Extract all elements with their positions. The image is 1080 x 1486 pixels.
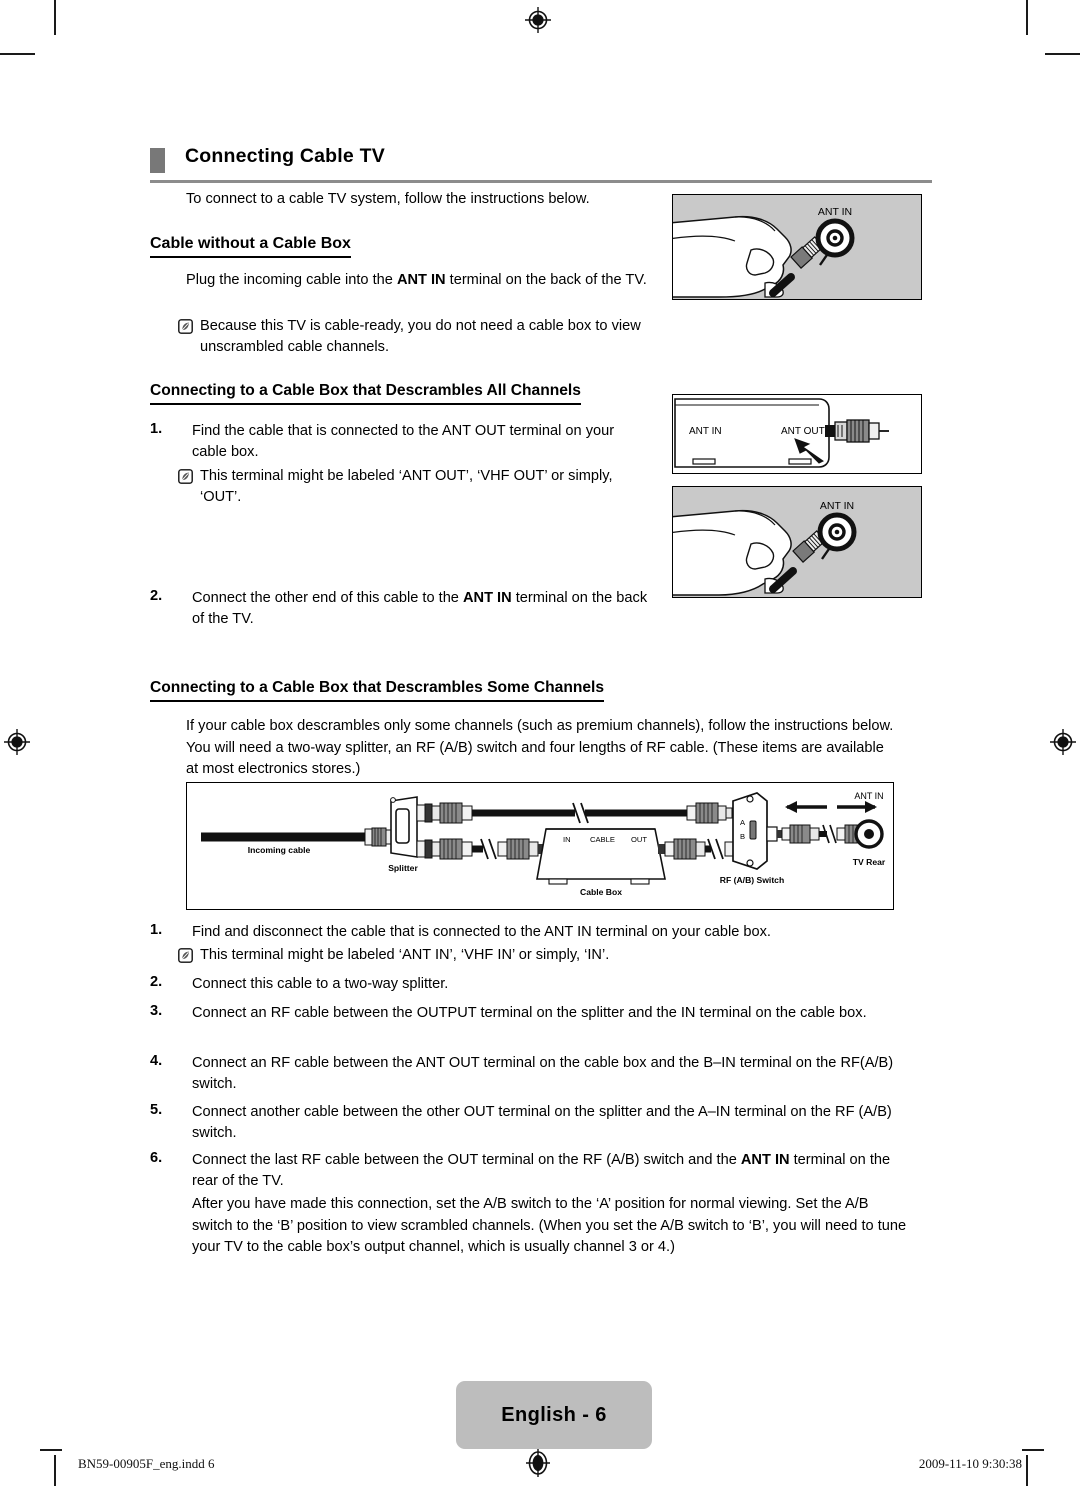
step-number: 4.: [150, 1053, 163, 1069]
some-channels-intro: If your cable box descrambles only some …: [186, 718, 894, 777]
note-text: This terminal might be labeled ‘ANT OUT’…: [200, 468, 613, 505]
print-file-slug: BN59-00905F_eng.indd 6: [78, 1456, 215, 1471]
step-text-pre: Connect the last RF cable between the OU…: [192, 1152, 741, 1168]
subheading-cable-without-box: Cable without a Cable Box: [150, 235, 351, 258]
illustration-hand-ant-in-bottom: ANT IN: [672, 486, 922, 598]
step-text-bold: ANT IN: [740, 1152, 790, 1168]
section-heading: Connecting Cable TV: [150, 145, 932, 183]
step-number: 3.: [150, 1003, 163, 1019]
print-timestamp: 2009-11-10 9:30:38: [918, 1456, 1022, 1471]
body-pre: Plug the incoming cable into the: [186, 272, 397, 288]
step-text: Find the cable that is connected to the …: [192, 423, 615, 460]
step-all-2: 2. Connect the other end of this cable t…: [150, 588, 650, 630]
illustration-label-ant-in: ANT IN: [820, 500, 854, 512]
diagram-label-splitter: Splitter: [388, 863, 418, 873]
body-bold-ant-in: ANT IN: [396, 272, 446, 288]
diagram-label-cable-box-out: OUT: [631, 835, 647, 844]
step-some-5: 5. Connect another cable between the oth…: [150, 1102, 902, 1144]
step-all-1: 1. Find the cable that is connected to t…: [150, 421, 650, 463]
step-text-bold: ANT IN: [462, 590, 512, 606]
step-text: Connect an RF cable between the OUTPUT t…: [192, 1005, 867, 1021]
step-text: Connect another cable between the other …: [192, 1104, 892, 1141]
page-number-label: English - 6: [501, 1403, 607, 1426]
page-number-badge: English - 6: [456, 1381, 652, 1449]
heading-rule: [150, 180, 932, 183]
step-text: Find and disconnect the cable that is co…: [192, 924, 771, 940]
wiring-diagram: Incoming cable Splitter IN CABLE OUT Cab…: [186, 782, 894, 910]
note-leaf-icon: [178, 469, 193, 484]
diagram-label-rf-switch: RF (A/B) Switch: [720, 875, 784, 885]
diagram-label-cable-box-cable: CABLE: [590, 835, 615, 844]
step-number: 1.: [150, 922, 163, 938]
step-text: Connect the last RF cable between the OU…: [192, 1150, 902, 1192]
illustration-hand-ant-in-top: ANT IN: [672, 194, 922, 300]
subheading-descrambles-all: Connecting to a Cable Box that Descrambl…: [150, 382, 581, 405]
note-text: Because this TV is cable-ready, you do n…: [200, 318, 641, 355]
illustration-label-ant-in: ANT IN: [818, 206, 852, 218]
step-number: 6.: [150, 1150, 163, 1166]
step-some-3: 3. Connect an RF cable between the OUTPU…: [150, 1003, 902, 1024]
diagram-label-switch-b: B: [740, 832, 745, 841]
closing-paragraph: After you have made this connection, set…: [192, 1196, 907, 1255]
step-number: 2.: [150, 588, 163, 604]
step-number: 1.: [150, 421, 163, 437]
step-text: Connect this cable to a two-way splitter…: [192, 976, 449, 992]
step-some-4: 4. Connect an RF cable between the ANT O…: [150, 1053, 902, 1095]
diagram-label-tv-rear: TV Rear: [853, 857, 886, 867]
illustration-cable-box-rear: ANT IN ANT OUT: [672, 394, 922, 474]
note-cable-ready: Because this TV is cable-ready, you do n…: [178, 316, 664, 358]
cable-without-box-body: Plug the incoming cable into the ANT IN …: [186, 270, 660, 291]
step-text: Connect an RF cable between the ANT OUT …: [192, 1055, 894, 1092]
step-text-pre: Connect the other end of this cable to t…: [192, 590, 463, 606]
note-text: This terminal might be labeled ‘ANT IN’,…: [200, 947, 610, 963]
note-leaf-icon: [178, 948, 193, 963]
note-ant-out-labels: This terminal might be labeled ‘ANT OUT’…: [178, 466, 648, 508]
diagram-label-incoming-cable: Incoming cable: [248, 845, 311, 855]
note-ant-in-labels: This terminal might be labeled ‘ANT IN’,…: [178, 945, 818, 966]
note-leaf-icon: [178, 319, 193, 334]
step-some-6: 6. Connect the last RF cable between the…: [150, 1150, 902, 1192]
illustration-label-ant-in: ANT IN: [689, 426, 722, 437]
step-some-2: 2. Connect this cable to a two-way split…: [150, 974, 902, 995]
page-content: Connecting Cable TV To connect to a cabl…: [0, 0, 1080, 1486]
diagram-label-cable-box-in: IN: [563, 835, 571, 844]
step-text: Connect the other end of this cable to t…: [192, 588, 650, 630]
body-post: terminal on the back of the TV.: [445, 272, 647, 288]
step-some-1: 1. Find and disconnect the cable that is…: [150, 922, 902, 943]
page-title: Connecting Cable TV: [185, 145, 385, 167]
heading-block-marker: [150, 148, 165, 173]
step-number: 5.: [150, 1102, 163, 1118]
step-number: 2.: [150, 974, 163, 990]
subheading-descrambles-some: Connecting to a Cable Box that Descrambl…: [150, 679, 605, 702]
illustration-label-ant-out: ANT OUT: [781, 426, 825, 437]
diagram-label-ant-in: ANT IN: [854, 791, 883, 801]
intro-text: To connect to a cable TV system, follow …: [186, 191, 590, 207]
diagram-label-cable-box: Cable Box: [580, 887, 622, 897]
